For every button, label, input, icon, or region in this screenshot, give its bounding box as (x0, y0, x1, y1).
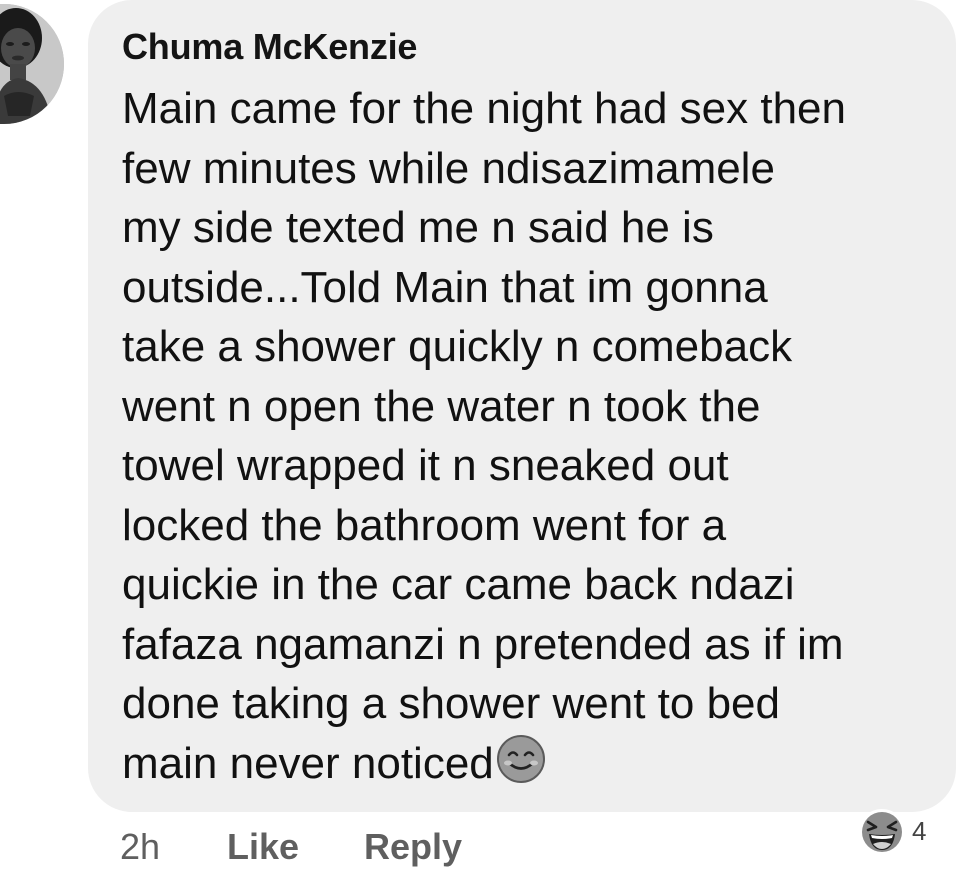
comment-line-text: main never noticed (122, 738, 494, 788)
comment: Chuma McKenzie Main came for the night h… (0, 0, 960, 882)
avatar[interactable] (0, 4, 64, 124)
like-button[interactable]: Like (227, 826, 299, 868)
reaction-summary[interactable]: 4 (858, 806, 958, 856)
comment-line: Main came for the night had sex then (122, 84, 846, 133)
comment-line: my side texted me n said he is (122, 203, 714, 252)
comment-line: outside...Told Main that im gonna (122, 262, 768, 312)
reaction-count: 4 (912, 816, 927, 846)
comment-line: towel wrapped it n sneaked out (122, 441, 729, 490)
comment-line: locked the bathroom went for a (122, 500, 727, 550)
comment-author-name[interactable]: Chuma McKenzie (122, 26, 417, 68)
comment-line: take a shower quickly n comeback (122, 322, 793, 371)
comment-line-last: main never noticed (122, 734, 922, 794)
comment-timestamp[interactable]: 2h (120, 826, 160, 868)
comment-body: Main came for the night had sex then few… (122, 79, 922, 793)
avatar-photo (0, 4, 64, 124)
laughing-face-icon (859, 809, 905, 855)
smiling-face-icon (496, 734, 545, 783)
comment-line: fafaza ngamanzi n pretended as if im (122, 619, 844, 669)
comment-line: went n open the water n took the (122, 381, 761, 431)
comment-line: quickie in the car came back ndazi (122, 560, 795, 609)
comment-line: few minutes while ndisazimamele (122, 143, 775, 193)
comment-actions: 2h Like Reply (0, 820, 960, 876)
comment-line: done taking a shower went to bed (122, 679, 781, 728)
reply-button[interactable]: Reply (364, 826, 462, 868)
